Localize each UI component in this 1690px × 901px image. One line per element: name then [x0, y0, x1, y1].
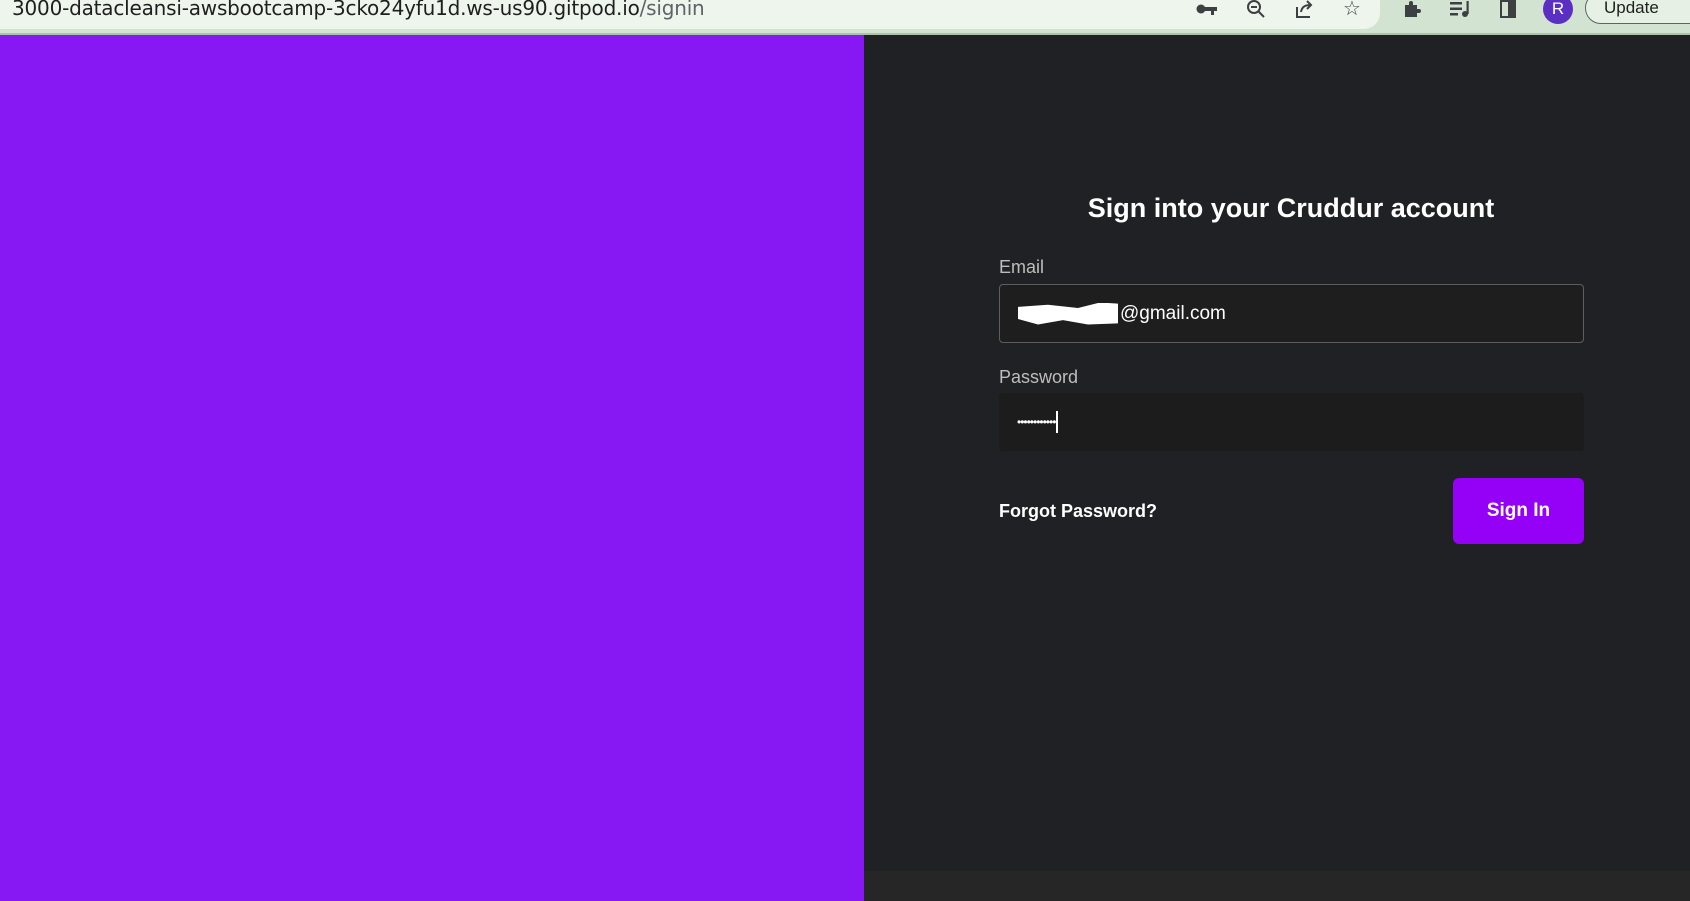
url-text[interactable]: 3000-datacleansi-awsbootcamp-3cko24yfu1d…: [12, 0, 705, 20]
forgot-password-link[interactable]: Forgot Password?: [999, 501, 1157, 522]
update-button[interactable]: Update: [1585, 0, 1690, 24]
sign-in-button[interactable]: Sign In: [1453, 478, 1584, 544]
share-icon[interactable]: [1291, 0, 1317, 22]
url-path: /signin: [639, 0, 705, 20]
address-bar[interactable]: 3000-datacleansi-awsbootcamp-3cko24yfu1d…: [0, 0, 1380, 29]
password-value: ••••••••••••: [1017, 415, 1056, 429]
signin-title: Sign into your Cruddur account: [1087, 193, 1495, 223]
email-label: Email: [999, 257, 1045, 277]
media-controls-icon[interactable]: [1447, 0, 1473, 22]
email-field[interactable]: @gmail.com: [999, 284, 1584, 343]
redacted-text: [1018, 302, 1118, 325]
email-value: @gmail.com: [1120, 302, 1226, 324]
signin-panel: [864, 35, 1690, 871]
star-icon[interactable]: ☆: [1339, 0, 1365, 22]
panel-footer: [864, 871, 1690, 901]
profile-avatar[interactable]: R: [1543, 0, 1573, 24]
password-label: Password: [999, 367, 1079, 387]
url-host: 3000-datacleansi-awsbootcamp-3cko24yfu1d…: [12, 0, 640, 20]
key-icon[interactable]: [1194, 0, 1220, 22]
brand-panel: [0, 35, 864, 901]
text-caret: [1056, 411, 1059, 433]
extensions-icon[interactable]: [1399, 0, 1425, 22]
zoom-out-icon[interactable]: [1243, 0, 1269, 22]
side-panel-icon[interactable]: [1495, 0, 1521, 22]
browser-toolbar: 3000-datacleansi-awsbootcamp-3cko24yfu1d…: [0, 0, 1690, 35]
password-field[interactable]: ••••••••••••: [999, 393, 1584, 451]
